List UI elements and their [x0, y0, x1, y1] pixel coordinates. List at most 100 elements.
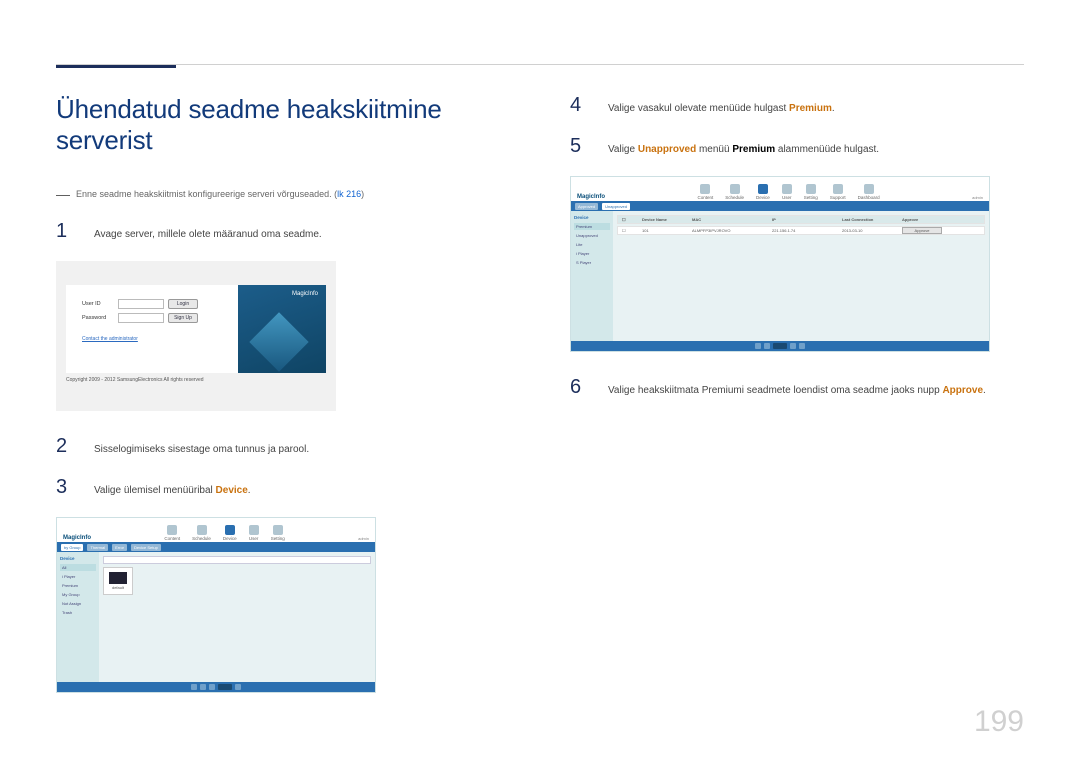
sidebar-item[interactable]: S Player	[574, 259, 610, 266]
sidebar-item[interactable]: Premium	[60, 582, 96, 589]
left-column: Ühendatud seadme heakskiitmine serverist…	[56, 94, 510, 717]
subtab-error[interactable]: Error	[112, 544, 127, 551]
step-text: Valige Unapproved menüü Premium alammenü…	[608, 136, 879, 157]
tab-dashboard[interactable]: Dashboard	[858, 184, 880, 200]
content-area: default	[99, 552, 375, 682]
cell-ts: 2013-03-10	[842, 228, 892, 233]
app-brand: MagicInfo	[577, 194, 605, 200]
config-note: —Enne seadme heakskiitmist konfigureerig…	[56, 186, 510, 202]
userid-input[interactable]	[118, 299, 164, 309]
pager	[571, 341, 989, 351]
tab-content[interactable]: Content	[698, 184, 714, 200]
content-toolbar	[103, 556, 371, 564]
device-tile[interactable]: default	[103, 567, 133, 595]
sidebar: Device All i Player Premium My Group Not…	[57, 552, 99, 682]
approve-button[interactable]: Approve	[902, 227, 942, 234]
sidebar-item[interactable]: Lite	[574, 241, 610, 248]
sidebar-item[interactable]: All	[60, 564, 96, 571]
signup-button[interactable]: Sign Up	[168, 313, 198, 323]
tab-schedule[interactable]: Schedule	[192, 525, 211, 541]
app-brand: MagicInfo	[63, 535, 91, 541]
sidebar-item[interactable]: Trash	[60, 609, 96, 616]
step-1: 1 Avage server, millele olete määranud o…	[56, 220, 510, 243]
diamond-graphic	[249, 312, 308, 371]
tab-user[interactable]: User	[249, 525, 259, 541]
pager-btn[interactable]	[191, 684, 197, 690]
step-number: 2	[56, 435, 76, 458]
copyright-text: Copyright 2009 - 2012 SamsungElectronics…	[66, 377, 326, 383]
sub-toolbar: by Group Thermal Error Device Setup	[57, 542, 375, 552]
step-2: 2 Sisselogimiseks sisestage oma tunnus j…	[56, 435, 510, 458]
sidebar-item-premium[interactable]: Premium	[574, 223, 610, 230]
subtab-setup[interactable]: Device Setup	[131, 544, 161, 551]
subtab[interactable]: Approved	[575, 203, 598, 210]
sidebar-heading: Device	[574, 215, 610, 220]
top-rule	[56, 64, 1024, 65]
tab-schedule[interactable]: Schedule	[725, 184, 744, 200]
sidebar-item[interactable]: Not Assign	[60, 600, 96, 607]
cell-mac: ALMPFP3IPVJROVO	[692, 228, 762, 233]
sidebar-heading: Device	[60, 556, 96, 561]
pager-btn[interactable]	[790, 343, 796, 349]
pager-btn[interactable]	[799, 343, 805, 349]
screenshot-device-grid: MagicInfo Content Schedule Device User S…	[56, 517, 376, 693]
step-text: Sisselogimiseks sisestage oma tunnus ja …	[94, 436, 309, 457]
pager	[57, 682, 375, 692]
subtab-unapproved[interactable]: Unapproved	[602, 203, 630, 210]
brand-logo: MagicInfo	[292, 291, 318, 297]
step-number: 6	[570, 376, 590, 399]
dash-icon: —	[56, 186, 70, 202]
step-5: 5 Valige Unapproved menüü Premium alamme…	[570, 135, 1024, 158]
pager-btn[interactable]	[200, 684, 206, 690]
sidebar-item[interactable]: My Group	[60, 591, 96, 598]
step-text: Valige heakskiitmata Premiumi seadmete l…	[608, 377, 986, 398]
sidebar: Device Premium Unapproved Lite i Player …	[571, 211, 613, 341]
tab-device[interactable]: Device	[223, 525, 237, 541]
sidebar-item[interactable]: i Player	[60, 573, 96, 580]
pager-btn[interactable]	[235, 684, 241, 690]
sidebar-item[interactable]: Unapproved	[574, 232, 610, 239]
userid-label: User ID	[82, 301, 114, 307]
step-text: Avage server, millele olete määranud oma…	[94, 221, 322, 242]
sub-toolbar: Approved Unapproved	[571, 201, 989, 211]
pager-btn[interactable]	[209, 684, 215, 690]
tab-content[interactable]: Content	[164, 525, 180, 541]
page-number: 199	[974, 705, 1024, 739]
content-area: ☐ Device Name MAC IP Last Connection App…	[613, 211, 989, 341]
password-label: Password	[82, 315, 114, 321]
tab-setting[interactable]: Setting	[271, 525, 285, 541]
step-text: Valige vasakul olevate menüüde hulgast P…	[608, 95, 835, 116]
screenshot-login: User ID Login Password Sign Up Contact t…	[56, 261, 336, 411]
page-title: Ühendatud seadme heakskiitmine serverist	[56, 94, 510, 156]
step-text: Valige ülemisel menüüribal Device.	[94, 477, 251, 498]
page-link[interactable]: lk 216	[337, 189, 361, 199]
step-number: 5	[570, 135, 590, 158]
table-row[interactable]: ☐ 101 ALMPFP3IPVJROVO 221.156.1.74 2013-…	[617, 226, 985, 235]
step-3: 3 Valige ülemisel menüüribal Device.	[56, 476, 510, 499]
tab-device[interactable]: Device	[756, 184, 770, 200]
password-input[interactable]	[118, 313, 164, 323]
right-column: 4 Valige vasakul olevate menüüde hulgast…	[570, 94, 1024, 717]
step-4: 4 Valige vasakul olevate menüüde hulgast…	[570, 94, 1024, 117]
subtab-group[interactable]: by Group	[61, 544, 83, 551]
step-number: 3	[56, 476, 76, 499]
tab-support[interactable]: Support	[830, 184, 846, 200]
pager-btn[interactable]	[218, 684, 232, 690]
checkbox[interactable]: ☐	[622, 228, 632, 233]
current-user: admin	[358, 536, 369, 541]
tab-setting[interactable]: Setting	[804, 184, 818, 200]
pager-btn[interactable]	[755, 343, 761, 349]
contact-admin-link[interactable]: Contact the administrator	[82, 336, 138, 342]
screenshot-unapproved-list: MagicInfo Content Schedule Device User S…	[570, 176, 990, 352]
cell-name: 101	[642, 228, 682, 233]
tab-user[interactable]: User	[782, 184, 792, 200]
pager-btn[interactable]	[773, 343, 787, 349]
subtab-thermal[interactable]: Thermal	[87, 544, 108, 551]
sidebar-item[interactable]: i Player	[574, 250, 610, 257]
table-header-row: ☐ Device Name MAC IP Last Connection App…	[617, 215, 985, 224]
step-6: 6 Valige heakskiitmata Premiumi seadmete…	[570, 376, 1024, 399]
step-number: 4	[570, 94, 590, 117]
pager-btn[interactable]	[764, 343, 770, 349]
cell-ip: 221.156.1.74	[772, 228, 832, 233]
login-button[interactable]: Login	[168, 299, 198, 309]
